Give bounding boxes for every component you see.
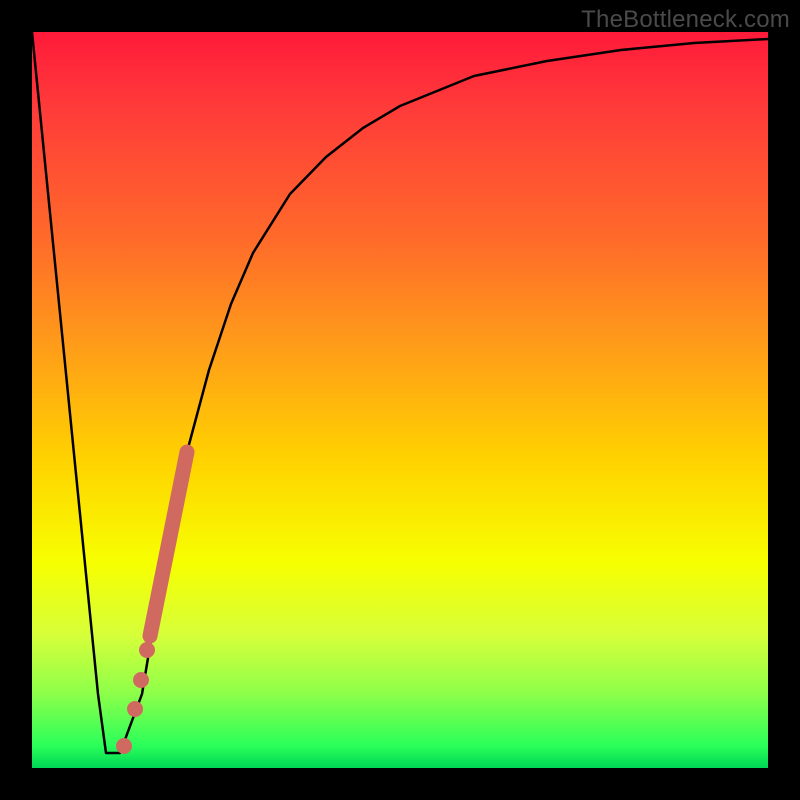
highlight-dot	[116, 738, 132, 754]
chart-frame: TheBottleneck.com	[0, 0, 800, 800]
watermark-text: TheBottleneck.com	[581, 6, 790, 34]
plot-area	[32, 32, 768, 768]
chart-svg	[32, 32, 768, 768]
highlight-dot	[133, 672, 149, 688]
highlight-dot	[139, 642, 155, 658]
highlight-band	[150, 452, 187, 636]
highlight-dot	[127, 701, 143, 717]
